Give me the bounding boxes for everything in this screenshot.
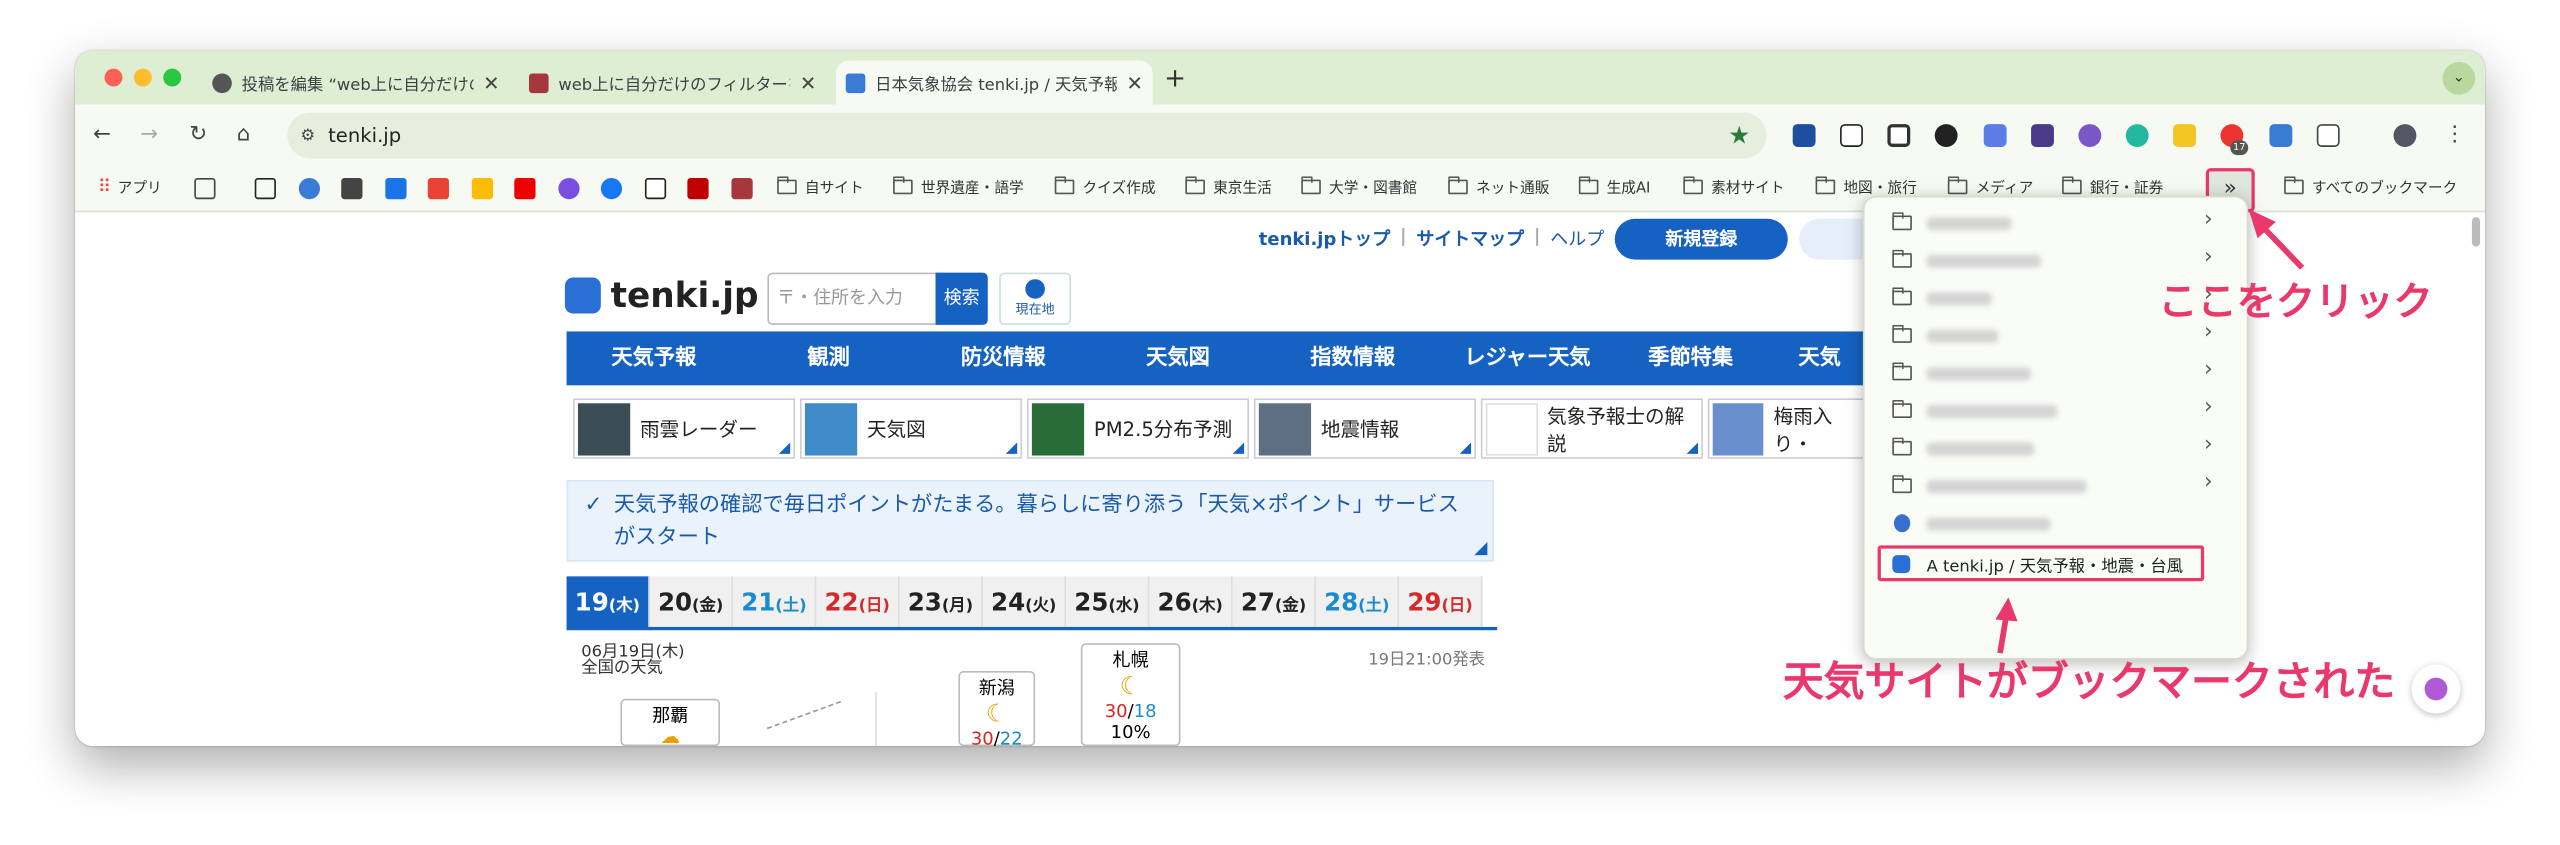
annotation-arrows (1995, 209, 2305, 654)
arrow-to-overflow (2259, 223, 2305, 270)
annotation-click-here: ここをクリック (2158, 279, 2433, 325)
arrow-head (1995, 597, 2018, 622)
annotation-bookmarked: 天気サイトがブックマークされた (1782, 657, 2396, 706)
screenshot-stage: 投稿を編集 “web上に自分だけのフィルター ✕ web上に自分だけのフィルター… (0, 0, 2560, 845)
